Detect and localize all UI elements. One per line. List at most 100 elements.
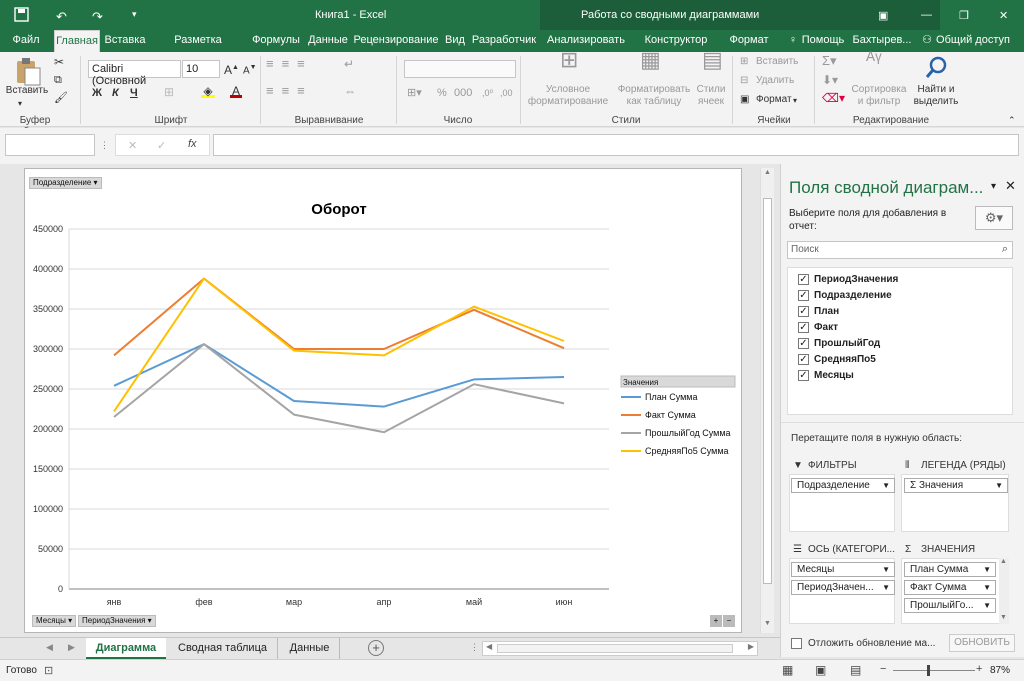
- enter-icon[interactable]: ✓: [157, 139, 166, 152]
- zoom-slider[interactable]: [893, 670, 975, 671]
- insert-cells-icon[interactable]: ⊞: [740, 56, 748, 68]
- sheet-tab-diagram[interactable]: Диаграмма: [86, 638, 166, 659]
- name-box-options-icon[interactable]: ⋮: [100, 140, 109, 151]
- defer-update-checkbox[interactable]: [791, 638, 802, 649]
- fill-color-icon[interactable]: ◈: [201, 85, 215, 98]
- bold-button[interactable]: Ж: [92, 87, 102, 99]
- number-format-select[interactable]: [404, 60, 516, 78]
- zoom-out-icon[interactable]: −: [880, 663, 886, 675]
- tab-page-layout[interactable]: Разметка страницы: [149, 30, 247, 66]
- horizontal-scrollbar[interactable]: ◀ ▶: [482, 641, 758, 656]
- qat-customize-icon[interactable]: ▾: [132, 9, 137, 20]
- percent-icon[interactable]: %: [437, 87, 447, 99]
- axis-item[interactable]: Месяцы ▼: [791, 562, 895, 577]
- find-icon[interactable]: [924, 55, 950, 81]
- font-name-select[interactable]: Calibri (Основной: [88, 60, 181, 87]
- delete-cells-button[interactable]: Удалить: [756, 75, 794, 87]
- redo-icon[interactable]: ↷: [92, 9, 103, 25]
- cancel-icon[interactable]: ✕: [128, 139, 137, 152]
- values-item[interactable]: План Сумма ▼: [904, 562, 996, 577]
- field-plan[interactable]: ✓ План: [798, 303, 839, 319]
- sheet-tab-pivot[interactable]: Сводная таблица: [168, 638, 278, 659]
- name-box[interactable]: [5, 134, 95, 156]
- close-icon[interactable]: ✕: [999, 9, 1008, 22]
- italic-button[interactable]: К: [112, 87, 119, 99]
- format-cells-icon[interactable]: ▣: [740, 94, 749, 106]
- normal-view-icon[interactable]: ▦: [782, 663, 793, 677]
- conditional-format-icon[interactable]: ⊞: [560, 49, 578, 71]
- field-search-input[interactable]: Поиск ⌕: [787, 241, 1013, 259]
- field-mesyatsy[interactable]: ✓ Месяцы: [798, 367, 854, 383]
- zoom-level[interactable]: 87%: [990, 665, 1010, 676]
- format-table-button[interactable]: Форматировать как таблицу: [614, 84, 694, 108]
- filter-item[interactable]: Подразделение ▼: [791, 478, 895, 493]
- currency-icon[interactable]: ⊞▾: [407, 87, 422, 99]
- format-cells-button[interactable]: Формат: [756, 94, 792, 106]
- scroll-up-icon[interactable]: ▲: [764, 169, 771, 176]
- grow-font-icon[interactable]: A▲: [224, 62, 239, 76]
- checkbox[interactable]: ✓: [798, 289, 809, 301]
- checkbox[interactable]: ✓: [798, 273, 809, 285]
- cut-icon[interactable]: ✂: [54, 56, 64, 68]
- align-horizontal-icons[interactable]: ≡≡≡: [266, 84, 313, 97]
- page-layout-view-icon[interactable]: ▣: [815, 663, 826, 677]
- font-color-icon[interactable]: A: [230, 85, 242, 98]
- tab-analyze[interactable]: Анализировать: [545, 30, 627, 52]
- prev-sheet-icon[interactable]: ◀: [46, 642, 53, 653]
- vertical-scrollbar[interactable]: ▲ ▼: [760, 168, 774, 633]
- field-fakt[interactable]: ✓ Факт: [798, 319, 838, 335]
- zoom-slider-thumb[interactable]: [927, 665, 931, 676]
- formula-input[interactable]: [213, 134, 1019, 156]
- cell-styles-icon[interactable]: ▤: [702, 49, 723, 71]
- format-painter-icon[interactable]: 🖌: [54, 92, 68, 104]
- zoom-in-icon[interactable]: +: [976, 663, 982, 675]
- increase-decimal-icon[interactable]: ,0⁰: [482, 87, 493, 99]
- user-name[interactable]: Бахтырев...: [851, 30, 913, 52]
- paste-button[interactable]: Вставить: [4, 85, 50, 97]
- field-srednyayapo5[interactable]: ✓ СредняяПо5: [798, 351, 876, 367]
- merge-icon[interactable]: ⇔: [344, 85, 356, 97]
- sheet-tab-data[interactable]: Данные: [280, 638, 340, 659]
- tab-format[interactable]: Формат: [725, 30, 773, 52]
- collapse-ribbon-icon[interactable]: ⌃: [1008, 114, 1016, 126]
- expand-field-button[interactable]: +: [710, 615, 722, 627]
- comma-icon[interactable]: 000: [454, 87, 472, 99]
- legend-item[interactable]: Σ Значения ▼: [904, 478, 1008, 493]
- update-button[interactable]: ОБНОВИТЬ: [949, 634, 1015, 652]
- values-item[interactable]: ПрошлыйГо... ▼: [904, 598, 996, 613]
- tab-design[interactable]: Конструктор: [639, 30, 713, 52]
- checkbox[interactable]: ✓: [798, 321, 809, 333]
- decrease-decimal-icon[interactable]: ,00: [500, 87, 513, 99]
- save-icon[interactable]: [14, 7, 30, 23]
- pivot-chart[interactable]: Оборот 0 50000 100000 150000 200000 250000 3000…: [24, 168, 742, 633]
- gear-icon[interactable]: ⚙▾: [975, 206, 1013, 230]
- add-sheet-icon[interactable]: +: [368, 640, 384, 656]
- values-item[interactable]: Факт Сумма ▼: [904, 580, 996, 595]
- tab-view[interactable]: Вид: [441, 30, 469, 52]
- paste-icon[interactable]: [14, 57, 42, 87]
- minimize-icon[interactable]: —: [921, 9, 932, 21]
- tab-file[interactable]: Файл: [6, 30, 46, 52]
- share-button[interactable]: Общий доступ: [935, 30, 1011, 52]
- undo-icon[interactable]: ↶: [56, 9, 67, 25]
- delete-cells-icon[interactable]: ⊟: [740, 75, 748, 87]
- find-select-button[interactable]: Найти и выделить: [908, 84, 964, 108]
- page-break-view-icon[interactable]: ▤: [850, 663, 861, 677]
- conditional-format-button[interactable]: Условное форматирование: [522, 84, 614, 108]
- tab-insert[interactable]: Вставка: [103, 30, 147, 52]
- values-scrollbar[interactable]: ▲ ▼: [999, 558, 1009, 624]
- maximize-icon[interactable]: ❐: [959, 9, 969, 22]
- tab-formulas[interactable]: Формулы: [249, 30, 303, 52]
- autosum-icon[interactable]: Σ▾: [822, 54, 837, 67]
- underline-button[interactable]: Ч: [130, 87, 138, 99]
- sort-filter-icon[interactable]: ᴬᵞ: [866, 50, 882, 70]
- fill-icon[interactable]: ⬇▾: [822, 74, 838, 86]
- axis-item[interactable]: ПериодЗначен... ▼: [791, 580, 895, 595]
- clear-icon[interactable]: ⌫▾: [822, 92, 845, 104]
- sort-filter-button[interactable]: Сортировка и фильтр: [848, 84, 910, 108]
- align-vertical-icons[interactable]: ≡≡≡: [266, 57, 313, 70]
- ribbon-display-icon[interactable]: ▣: [878, 9, 888, 22]
- pane-close-icon[interactable]: ✕: [1005, 178, 1016, 194]
- tab-review[interactable]: Рецензирование: [353, 30, 439, 52]
- tab-developer[interactable]: Разработчик: [471, 30, 537, 52]
